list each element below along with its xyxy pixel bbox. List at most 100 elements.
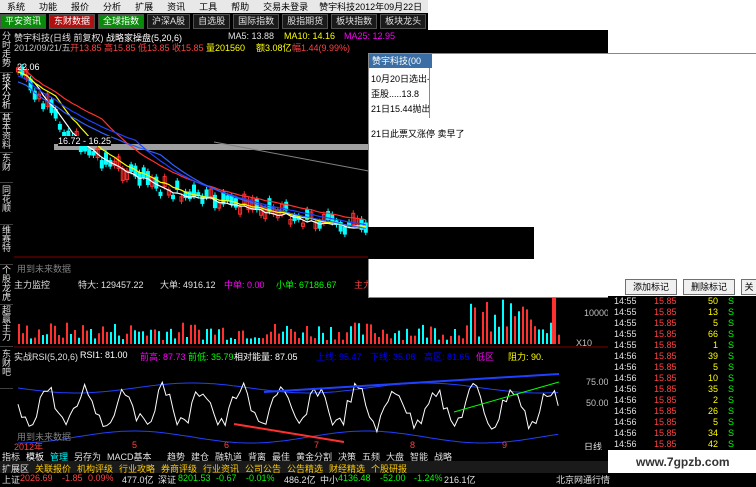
candle [57, 123, 62, 130]
menu-function[interactable]: 功能 [32, 0, 64, 13]
volume-bar [50, 323, 52, 344]
zx-amount: 216.1亿 [444, 475, 476, 485]
sidebar-tab-technical[interactable]: 技术分析 [0, 74, 13, 113]
volume-bar [150, 329, 152, 344]
volume-axis-x10: X10 [576, 338, 593, 348]
tick-row: 14:56 15.85 5 S [608, 362, 756, 373]
dialog-title[interactable]: 赞宇科技(00 [369, 54, 432, 68]
tab-pingan-news[interactable]: 平安资讯 [0, 14, 47, 29]
tick-volume: 13 [707, 307, 718, 317]
menu-trade-login[interactable]: 交易未登录 [256, 0, 315, 13]
volume-bar [438, 339, 440, 344]
rsi-axis-75: 75.00 [586, 377, 609, 387]
small-order: 小单: 67186.67 [276, 280, 337, 290]
volume-bar [22, 333, 24, 344]
volume-bar [166, 331, 168, 344]
annotation-dialog: 赞宇科技(00 10月20日选出- 歪股.....13.8 21日15.44抛出… [368, 53, 756, 298]
axis-month-9: 9 [502, 440, 508, 450]
tick-row: 14:56 15.85 35 S [608, 384, 756, 395]
tick-side: S [728, 384, 735, 394]
volume-bar [446, 339, 448, 344]
tick-side: S [728, 373, 735, 383]
upper-line: 上线: 95.47 [316, 352, 362, 362]
volume-bar [282, 331, 284, 344]
overlay-box [368, 227, 534, 259]
tick-side: S [728, 296, 735, 306]
volume-bar [266, 334, 268, 344]
main-fund-title[interactable]: 主力监控 [14, 278, 50, 291]
tab-index-futures[interactable]: 股指期货 [282, 14, 329, 29]
volume-bar [114, 324, 116, 344]
index-status-bar: 上证 2026.69 -1.85 0.09% 477.0亿 深证 8201.53… [0, 473, 756, 487]
menu-system[interactable]: 系统 [0, 0, 32, 13]
sidebar-tab-eastmoney[interactable]: 东财 [0, 154, 13, 183]
sh-value: 2026.69 [20, 473, 53, 483]
sidebar-tab-wisetech[interactable]: 维赛特 [0, 226, 13, 265]
close-button[interactable]: 关 [741, 279, 756, 295]
volume-bar [470, 303, 472, 344]
zx-change: -52.00 [380, 473, 406, 483]
relative-energy: 相对能量: 87.05 [234, 352, 298, 362]
delete-mark-button[interactable]: 删除标记 [683, 279, 735, 295]
tick-time: 14:56 [614, 406, 637, 416]
volume-bar [506, 326, 508, 344]
rsi-title[interactable]: 实战RSI(5,20,6) [14, 350, 78, 363]
volume-bar [90, 329, 92, 344]
volume-bar [142, 331, 144, 344]
tick-price: 15.85 [654, 428, 677, 438]
volume-bar [462, 338, 464, 344]
sidebar-tab-main-force[interactable]: 超赢主力 [0, 306, 13, 347]
tick-side: S [728, 362, 735, 372]
tab-intl-index[interactable]: 国际指数 [233, 14, 280, 29]
tab-hushen-a[interactable]: 沪深A股 [147, 14, 191, 29]
tick-row: 14:56 15.85 2 S [608, 395, 756, 406]
rsi-support-line [233, 423, 345, 443]
volume-bar [430, 326, 432, 344]
menu-help[interactable]: 帮助 [224, 0, 256, 13]
ma-line [17, 81, 366, 229]
kline-panel [16, 64, 375, 238]
sidebar-tab-dragon-tiger[interactable]: 个股龙虎 [0, 266, 13, 305]
volume-bar [146, 335, 148, 344]
sidebar-tab-10jqka[interactable]: 同花顺 [0, 186, 13, 225]
menu-analysis[interactable]: 分析 [96, 0, 128, 13]
candle [225, 195, 230, 202]
volume-bar [254, 337, 256, 344]
tab-sector-index[interactable]: 板块指数 [331, 14, 378, 29]
tick-price: 15.85 [654, 329, 677, 339]
sidebar-tab-fundamentals[interactable]: 基本资料 [0, 114, 13, 153]
menu-quote[interactable]: 报价 [64, 0, 96, 13]
volume-bar [390, 338, 392, 344]
tick-side: S [728, 428, 735, 438]
tick-row: 14:55 15.85 5 S [608, 318, 756, 329]
resistance: 阻力: 90. [508, 352, 544, 362]
tick-side: S [728, 395, 735, 405]
tick-side: S [728, 329, 735, 339]
volume-bar [66, 322, 68, 344]
sidebar-tab-forum[interactable]: 东财吧 [0, 350, 13, 389]
menu-extend[interactable]: 扩展 [128, 0, 160, 13]
tick-price: 15.85 [654, 373, 677, 383]
volume-bar [78, 337, 80, 344]
sidebar-tab-intraday[interactable]: 分时走势 [0, 32, 13, 73]
tab-watchlist[interactable]: 自选股 [193, 14, 231, 29]
sz-amount: 486.2亿 [284, 475, 316, 485]
large-order: 大单: 4916.12 [160, 280, 216, 290]
volume-bar [414, 335, 416, 344]
menu-tools[interactable]: 工具 [192, 0, 224, 13]
volume-bar [82, 325, 84, 344]
volume-bar [182, 322, 184, 344]
tick-row: 14:56 15.85 10 S [608, 373, 756, 384]
server-status[interactable]: 北京网通行情 [556, 473, 610, 486]
menu-news[interactable]: 资讯 [160, 0, 192, 13]
volume-bar [246, 338, 248, 344]
indicator-tab-bar: 指标 模板 管理 另存为 MACD基本 趋势 建仓 融轨道 背离 最佳 黄金分割 决策 五频 大盘 智能 战略 [0, 450, 608, 462]
volume-bar [306, 325, 308, 344]
tab-sector-leader[interactable]: 板块龙头 [380, 14, 427, 29]
tab-global-index[interactable]: 全球指数 [98, 14, 145, 29]
volume-bar [302, 332, 304, 344]
volume-bar [86, 330, 88, 344]
add-mark-button[interactable]: 添加标记 [625, 279, 677, 295]
volume-bar [222, 327, 224, 344]
tab-eastmoney-data[interactable]: 东财数据 [49, 14, 96, 29]
